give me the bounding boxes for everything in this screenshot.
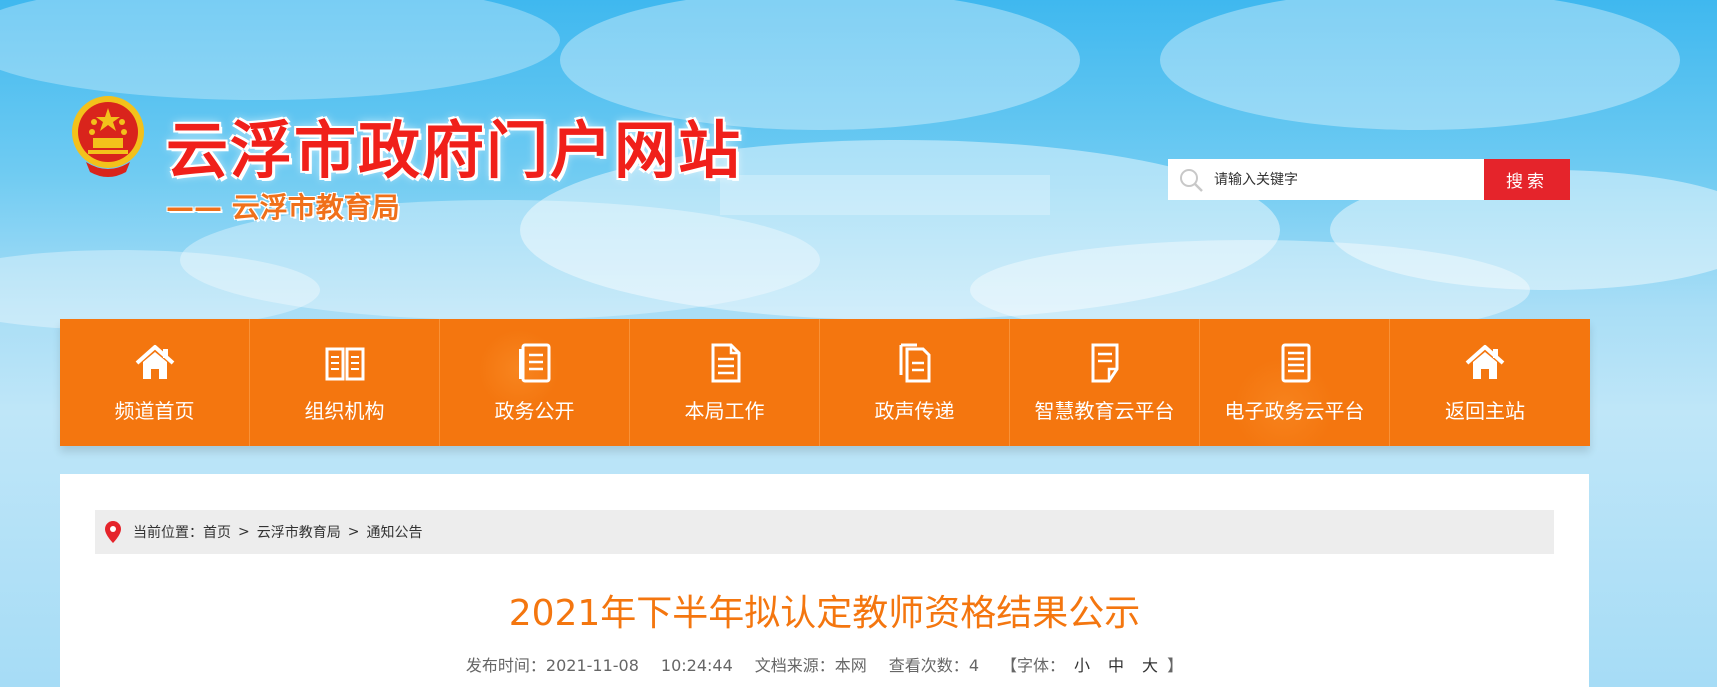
search-box: 搜索 <box>1168 159 1570 200</box>
nav-item-label: 组织机构 <box>304 399 385 423</box>
publish-date: 2021-11-08 <box>545 656 639 675</box>
national-emblem-icon <box>72 96 144 177</box>
font-size-small-button[interactable]: 小 <box>1074 656 1090 675</box>
nav-item-label: 智慧教育云平台 <box>1034 399 1175 423</box>
font-size-label: 【字体： <box>1001 656 1066 675</box>
publish-label: 发布时间： <box>465 656 546 675</box>
nav-item-policy-voice[interactable]: 政声传递 <box>820 319 1010 446</box>
breadcrumb-link-notices[interactable]: 通知公告 <box>366 522 422 542</box>
nav-item-label: 本局工作 <box>684 399 765 423</box>
header-banner: 云浮市政府门户网站 —— 云浮市教育局 搜索 <box>0 0 1717 320</box>
notepad-icon <box>1091 343 1118 383</box>
breadcrumb-separator: > <box>238 524 250 540</box>
nav-item-return-main-site[interactable]: 返回主站 <box>1390 319 1580 446</box>
views-label: 查看次数： <box>888 656 969 675</box>
search-icon <box>1168 159 1214 200</box>
nav-item-label: 政声传递 <box>874 399 955 423</box>
nav-item-government-affairs[interactable]: 政务公开 <box>440 319 630 446</box>
book-icon <box>325 347 364 381</box>
files-icon <box>899 343 930 383</box>
content-panel: 当前位置： 首页 > 云浮市教育局 > 通知公告 2021年下半年拟认定教师资格… <box>60 474 1589 687</box>
file-icon <box>711 343 740 383</box>
font-size-medium-button[interactable]: 中 <box>1108 656 1124 675</box>
nav-item-label: 电子政务云平台 <box>1224 399 1365 423</box>
breadcrumb-separator: > <box>347 524 360 540</box>
publish-time: 10:24:44 <box>660 656 733 675</box>
nav-item-bureau-work[interactable]: 本局工作 <box>630 319 820 446</box>
nav-item-label: 频道首页 <box>114 399 195 423</box>
nav-item-label: 返回主站 <box>1445 399 1525 423</box>
nav-item-label: 政务公开 <box>494 399 575 423</box>
document-icon <box>518 343 550 383</box>
home-icon <box>1465 345 1505 379</box>
breadcrumb-prefix: 当前位置： <box>133 525 203 541</box>
views-count: 4 <box>968 656 979 675</box>
nav-item-organization[interactable]: 组织机构 <box>250 319 440 446</box>
font-size-close: 】 <box>1167 656 1184 675</box>
breadcrumb-link-home[interactable]: 首页 <box>203 522 231 542</box>
article-title: 2021年下半年拟认定教师资格结果公示 <box>508 593 1141 634</box>
source-label: 文档来源： <box>754 656 835 675</box>
breadcrumb: 当前位置： 首页 > 云浮市教育局 > 通知公告 <box>95 510 1554 554</box>
department-subtitle: —— 云浮市教育局 <box>166 191 400 224</box>
search-input[interactable] <box>1214 159 1484 200</box>
nav-item-channel-home[interactable]: 频道首页 <box>60 319 250 446</box>
font-size-large-button[interactable]: 大 <box>1142 656 1158 675</box>
site-title: 云浮市政府门户网站 <box>166 114 743 187</box>
nav-item-smart-education-cloud[interactable]: 智慧教育云平台 <box>1010 319 1200 446</box>
list-document-icon <box>1281 343 1310 383</box>
article-meta: 发布时间：2021-11-08 10:24:44 文档来源：本网 查看次数：4 【字体：… <box>60 652 1589 676</box>
main-nav: 频道首页 组织机构 政务公开 本局工作 政声传递 智慧教育云平台 电子政务云平台… <box>60 319 1590 446</box>
location-pin-icon <box>105 521 121 543</box>
home-icon <box>135 345 174 379</box>
nav-item-e-government-cloud[interactable]: 电子政务云平台 <box>1200 319 1390 446</box>
search-button[interactable]: 搜索 <box>1484 159 1570 200</box>
breadcrumb-link-department[interactable]: 云浮市教育局 <box>257 522 341 542</box>
source-value: 本网 <box>834 656 867 675</box>
